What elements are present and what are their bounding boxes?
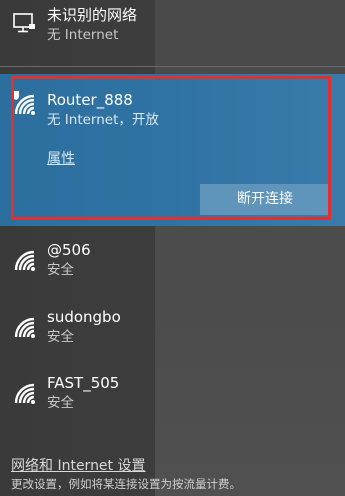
highlight-box [11,76,331,220]
network-security: 安全 [47,262,74,278]
network-ssid: sudongbo [47,308,121,326]
wired-network-status: 无 Internet [47,27,119,43]
wired-network-item[interactable]: 未识别的网络 无 Internet [0,0,345,66]
network-item-506[interactable]: @506 安全 [0,232,345,287]
wifi-icon [14,317,35,338]
network-settings-link[interactable]: 网络和 Internet 设置 [11,455,146,475]
network-ssid: @506 [47,241,91,259]
wifi-icon [14,250,35,271]
network-item-fast505[interactable]: FAST_505 安全 [0,365,345,420]
network-security: 安全 [47,329,74,345]
network-security: 安全 [47,395,74,411]
settings-description: 更改设置，例如将某连接设置为按流量计费。 [11,477,241,491]
wired-network-name: 未识别的网络 [47,6,138,24]
network-item-sudongbo[interactable]: sudongbo 安全 [0,299,345,354]
ethernet-monitor-icon [13,13,35,33]
divider [0,66,345,67]
network-ssid: FAST_505 [47,374,120,392]
wifi-icon [14,383,35,404]
